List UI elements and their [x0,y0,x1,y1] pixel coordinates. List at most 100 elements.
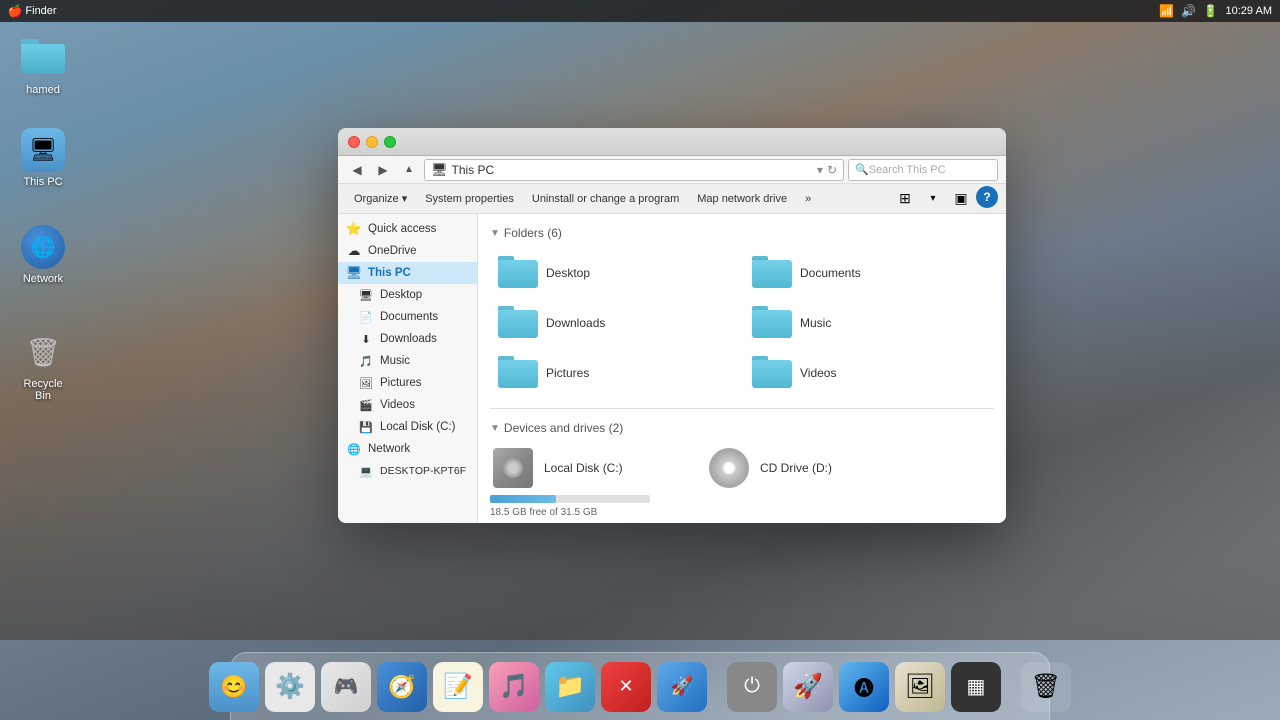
dock-trash[interactable]: 🗑 [1021,662,1071,712]
dock-app-store[interactable]: 🅐 [839,662,889,712]
downloads-folder-thumb [498,306,538,340]
dock-finder[interactable]: 😊 [209,662,259,712]
preview-pane-button[interactable]: ▣ [948,186,974,212]
sidebar-item-local-disk[interactable]: 💾 Local Disk (C:) [338,416,477,438]
drives-chevron[interactable]: ▼ [490,423,500,434]
dock-notes[interactable]: 📝 [433,662,483,712]
minimize-button[interactable] [366,136,378,148]
documents-icon: 📄 [358,309,374,325]
maximize-button[interactable] [384,136,396,148]
app-store2-dock-icon: 🚀 [671,676,693,697]
address-dropdown-icon[interactable]: ▾ [817,163,823,177]
folders-grid: Desktop Documents Downloads Music [490,250,994,396]
mosaic-dock-icon: ▦ [967,674,986,699]
mac-dock: 😊 ⚙️ 🎮 🧭 📝 🎵 📁 ✕ 🚀 ⏻ 🚀 [230,652,1050,720]
hdd-sidebar-icon: 💾 [358,419,374,435]
forward-button[interactable]: ▶ [372,159,394,181]
dock-launchpad[interactable]: ✕ [601,662,651,712]
menu-bar-right: 📶 🔊 🔋 10:29 AM [1160,4,1272,18]
dock-safari[interactable]: 🧭 [377,662,427,712]
folder-item-music[interactable]: Music [744,300,994,346]
desktop-icon-this-pc[interactable]: 🖥 This PC [8,128,78,188]
desktop-folder-icon: 🖥 [358,287,374,303]
sidebar-item-downloads[interactable]: ⬇ Downloads [338,328,477,350]
view-dropdown-button[interactable]: ▾ [920,186,946,212]
menu-bar-left: 🍎 Finder [8,4,48,18]
music-icon: 🎵 [358,353,374,369]
dock-files[interactable]: 📁 [545,662,595,712]
sidebar-item-quick-access[interactable]: ⭐ Quick access [338,218,477,240]
network-label: Network [23,273,63,285]
safari-dock-icon: 🧭 [388,674,415,700]
sidebar-network-label: Network [368,443,410,455]
apple-menu-icon[interactable]: 🍎 [8,4,22,18]
sidebar-item-videos[interactable]: 🎬 Videos [338,394,477,416]
files-dock-icon: 📁 [555,672,585,701]
drive-item-cd-drive-d[interactable]: CD Drive (D:) [706,445,906,518]
wifi-icon: 📶 [1160,4,1174,18]
dock-game-center[interactable]: 🎮 [321,662,371,712]
folder-item-documents[interactable]: Documents [744,250,994,296]
documents-folder-name: Documents [800,266,861,280]
toolbar: ◀ ▶ ▲ 🖥 This PC ▾ ↻ 🔍 Search This PC [338,156,1006,184]
local-disk-c-space-text: 18.5 GB free of 31.5 GB [490,507,597,518]
dock-system-prefs[interactable]: ⚙️ [265,662,315,712]
desktop-icon-hamed[interactable]: hamed [8,36,78,96]
network-sidebar-icon: 🌐 [346,441,362,457]
sidebar-item-documents[interactable]: 📄 Documents [338,306,477,328]
cloud-icon: ☁ [346,243,362,259]
help-button[interactable]: ? [976,186,998,208]
this-pc-icon: 🖥 [21,128,65,172]
address-bar[interactable]: 🖥 This PC ▾ ↻ [424,159,844,181]
finder-face-icon: 🖥 [21,128,65,172]
more-options-button[interactable]: » [797,191,819,207]
dock-preview[interactable]: 🖼 [895,662,945,712]
sidebar-item-desktop[interactable]: 🖥 Desktop [338,284,477,306]
up-button[interactable]: ▲ [398,159,420,181]
hamed-folder-icon [21,36,65,80]
finder-dock-icon: 😊 [220,674,247,700]
sidebar-item-pictures[interactable]: 🖼 Pictures [338,372,477,394]
refresh-icon[interactable]: ↻ [827,163,837,177]
sidebar-item-network[interactable]: 🌐 Network [338,438,477,460]
folder-item-downloads[interactable]: Downloads [490,300,740,346]
desktop-icon-network[interactable]: 🌐 Network [8,225,78,285]
system-properties-button[interactable]: System properties [417,191,522,207]
sidebar-item-music[interactable]: 🎵 Music [338,350,477,372]
dock-app-store2[interactable]: 🚀 [657,662,707,712]
folder-item-desktop[interactable]: Desktop [490,250,740,296]
back-button[interactable]: ◀ [346,159,368,181]
itunes-dock-icon: 🎵 [499,672,529,701]
title-bar [338,128,1006,156]
desktop-icon-recycle-bin[interactable]: 🗑 RecycleBin [8,330,78,402]
dock-power[interactable]: ⏻ [727,662,777,712]
close-button[interactable] [348,136,360,148]
content-area: ▼ Folders (6) Desktop Documents Downlo [478,214,1006,523]
notes-dock-icon: 📝 [443,672,473,701]
dock-itunes[interactable]: 🎵 [489,662,539,712]
sidebar-desktop-kpt6f-label: DESKTOP-KPT6F [380,465,466,477]
organize-button[interactable]: Organize ▾ [346,190,415,207]
finder-menu[interactable]: Finder [34,4,48,18]
search-icon: 🔍 [855,163,869,176]
sidebar-item-desktop-computer[interactable]: 💻 DESKTOP-KPT6F [338,460,477,482]
pictures-icon: 🖼 [358,375,374,391]
app-store-dock-icon: 🅐 [854,672,874,701]
hdd-shape [493,448,533,488]
local-disk-c-progress-fill [490,495,556,503]
search-bar[interactable]: 🔍 Search This PC [848,159,998,181]
uninstall-program-button[interactable]: Uninstall or change a program [524,191,687,207]
view-icon-button[interactable]: ⊞ [892,186,918,212]
folder-item-videos[interactable]: Videos [744,350,994,396]
folder-item-pictures[interactable]: Pictures [490,350,740,396]
sidebar-quick-access-label: Quick access [368,223,436,235]
drive-item-local-disk-c[interactable]: Local Disk (C:) 18.5 GB free of 31.5 GB [490,445,690,518]
sidebar-item-this-pc[interactable]: 🖥 This PC [338,262,477,284]
sidebar-item-onedrive[interactable]: ☁ OneDrive [338,240,477,262]
dock-mosaic[interactable]: ▦ [951,662,1001,712]
map-network-drive-button[interactable]: Map network drive [689,191,795,207]
dock-rocket[interactable]: 🚀 [783,662,833,712]
address-folder-icon: 🖥 [431,162,448,178]
folders-chevron[interactable]: ▼ [490,228,500,239]
folders-section-header: ▼ Folders (6) [490,226,994,240]
